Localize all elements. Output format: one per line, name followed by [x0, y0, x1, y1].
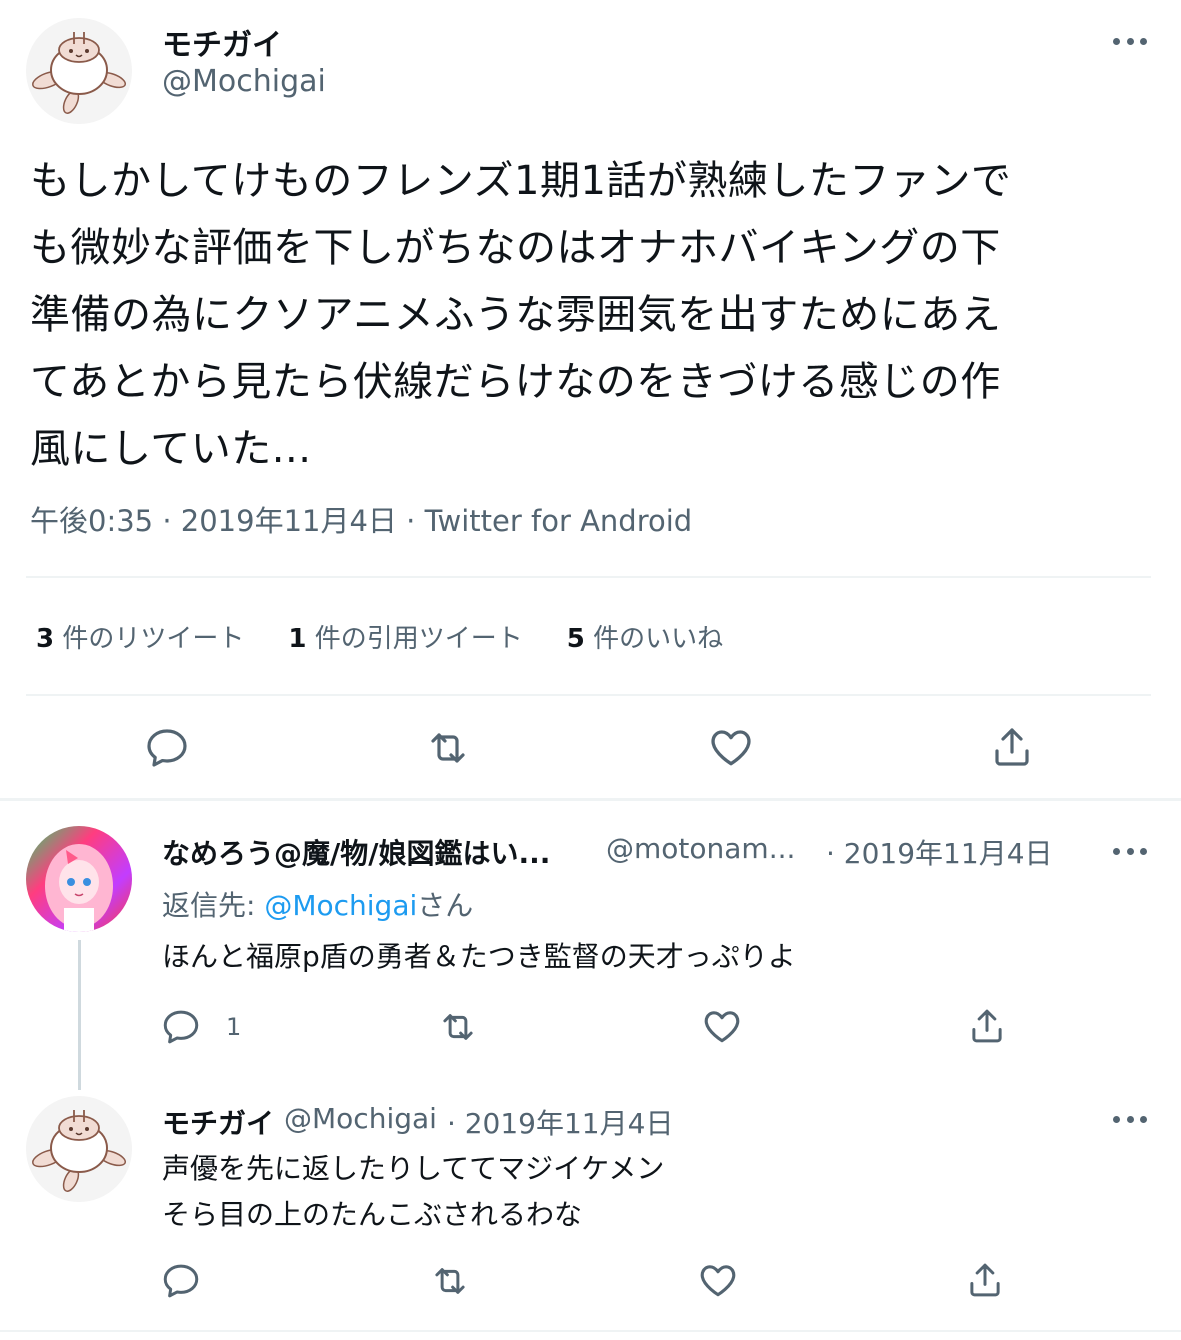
tweet-text: もしかしてけものフレンズ1期1話が熟練したファンで も微妙な評価を下しがちなのは… [30, 148, 1160, 483]
reply-text: 声優を先に返したりしててマジイケメン そら目の上のたんこぶされるわな [162, 1146, 664, 1238]
more-dot-icon [1126, 847, 1134, 855]
reply-text-line: ほんと福原p盾の勇者＆たつき監督の天才っぷりよ [162, 940, 796, 973]
share-icon[interactable] [964, 1258, 1006, 1302]
thread-line [78, 940, 81, 1090]
reply-text: ほんと福原p盾の勇者＆たつき監督の天才っぷりよ [162, 934, 796, 980]
reply-text-line: そら目の上のたんこぶされるわな [162, 1198, 583, 1231]
stat-label: 件の引用ツイート [314, 624, 523, 654]
replying-prefix: 返信先: [162, 889, 265, 922]
pink-haired-girl-avatar [26, 826, 132, 932]
more-options-button[interactable] [1113, 846, 1147, 856]
display-name[interactable]: モチガイ [162, 1102, 274, 1142]
mention-link[interactable]: @Mochigai [264, 889, 417, 922]
handle[interactable]: @motonam... [606, 832, 806, 865]
divider [0, 798, 1181, 801]
stat-label: 件のいいね [593, 624, 724, 654]
display-name[interactable]: なめろう@魔/物/娘図鑑はい... [162, 832, 592, 872]
reply-text-line: 声優を先に返したりしててマジイケメン [162, 1152, 665, 1185]
retweet-icon[interactable] [428, 1260, 472, 1302]
more-options-button[interactable] [1113, 36, 1147, 46]
reply-icon[interactable] [160, 1006, 202, 1048]
tweet-text-line: 風にしていた... [30, 426, 312, 472]
more-dot-icon [1126, 1115, 1134, 1123]
more-dot-icon [1126, 37, 1134, 45]
reply-icon[interactable] [142, 724, 192, 772]
reply-icon[interactable] [160, 1260, 202, 1302]
share-icon[interactable] [988, 722, 1036, 772]
stat-label: 件のリツイート [62, 624, 245, 654]
handle[interactable]: @Mochigai [284, 1102, 437, 1142]
avatar[interactable] [26, 826, 132, 932]
like-icon[interactable] [696, 1258, 740, 1302]
engagement-stats: 3 件のリツイート 1 件の引用ツイート 5 件のいいね [36, 618, 767, 655]
turtle-mochi-avatar [26, 18, 132, 124]
more-dot-icon [1113, 1115, 1120, 1123]
tweet-text-line: もしかしてけものフレンズ1期1話が熟練したファンで [30, 158, 1012, 204]
replying-to: 返信先: @Mochigaiさん [162, 884, 473, 924]
more-dot-icon [1140, 37, 1147, 45]
tweet-text-line: も微妙な評価を下しがちなのはオナホバイキングの下 [30, 225, 1001, 271]
like-count[interactable]: 5 件のいいね [567, 618, 723, 655]
retweet-count[interactable]: 3 件のリツイート [36, 618, 244, 655]
quote-count[interactable]: 1 件の引用ツイート [288, 618, 522, 655]
reply-header: モチガイ @Mochigai · 2019年11月4日 [162, 1102, 673, 1142]
display-name[interactable]: モチガイ [162, 20, 282, 64]
like-icon[interactable] [700, 1004, 744, 1048]
like-icon[interactable] [706, 722, 756, 772]
turtle-mochi-avatar [26, 1096, 132, 1202]
more-options-button[interactable] [1113, 1114, 1147, 1124]
avatar[interactable] [26, 18, 132, 124]
stat-count: 5 [566, 624, 585, 654]
handle[interactable]: @Mochigai [162, 64, 326, 99]
retweet-icon[interactable] [436, 1006, 480, 1048]
more-dot-icon [1113, 847, 1120, 855]
more-dot-icon [1113, 37, 1120, 45]
stat-count: 3 [36, 624, 55, 654]
reply-date[interactable]: · 2019年11月4日 [447, 1102, 674, 1142]
more-dot-icon [1140, 1115, 1147, 1123]
reply-count: 1 [226, 1013, 242, 1041]
stat-count: 1 [288, 624, 307, 654]
share-icon[interactable] [966, 1004, 1008, 1048]
divider [26, 694, 1151, 696]
avatar[interactable] [26, 1096, 132, 1202]
tweet-text-line: 準備の為にクソアニメふうな雰囲気を出すためにあえ [30, 292, 1002, 338]
reply-date[interactable]: · 2019年11月4日 [826, 832, 1053, 872]
tweet-text-line: てあとから見たら伏線だらけなのをきづける感じの作 [30, 359, 1001, 405]
retweet-icon[interactable] [422, 724, 474, 772]
divider [26, 576, 1151, 578]
replying-suffix: さん [417, 889, 474, 922]
divider [0, 1330, 1181, 1332]
tweet-meta[interactable]: 午後0:35 · 2019年11月4日 · Twitter for Androi… [30, 498, 692, 540]
more-dot-icon [1140, 847, 1147, 855]
